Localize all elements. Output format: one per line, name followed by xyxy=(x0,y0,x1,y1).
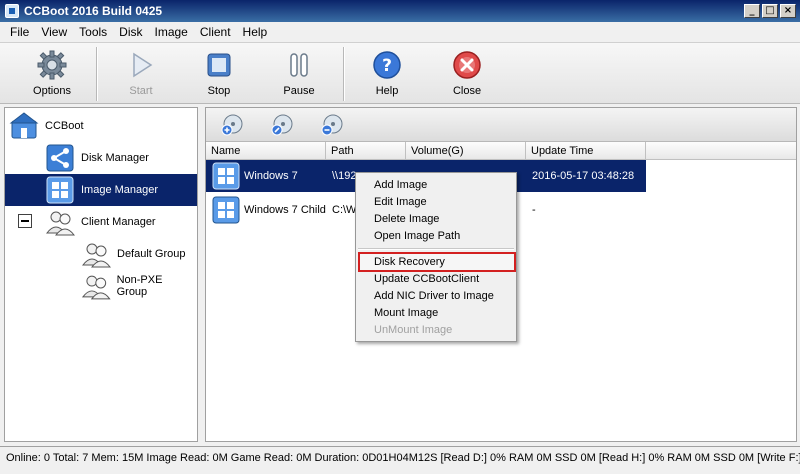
toolbar-separator xyxy=(343,47,345,101)
pause-button[interactable]: Pause xyxy=(264,49,334,101)
edit-image-icon[interactable] xyxy=(270,113,294,137)
navigation-tree: CCBoot Disk Manager Image Manager Client… xyxy=(4,107,198,442)
cell-name: Windows 7 Child xyxy=(244,204,326,216)
play-icon xyxy=(133,52,153,78)
gear-icon xyxy=(37,50,67,80)
menu-help[interactable]: Help xyxy=(237,25,274,39)
title-bar: CCBoot 2016 Build 0425 _ □ × xyxy=(0,0,800,22)
menu-image[interactable]: Image xyxy=(149,25,194,39)
menu-file[interactable]: File xyxy=(4,25,35,39)
tree-label-disk-manager: Disk Manager xyxy=(81,152,149,164)
menu-client[interactable]: Client xyxy=(194,25,237,39)
cell-path: \\192.168 xyxy=(332,170,356,182)
help-label: Help xyxy=(375,85,399,97)
minimize-button[interactable]: _ xyxy=(744,4,760,18)
start-label: Start xyxy=(129,85,153,97)
tree-item-disk-manager[interactable]: Disk Manager xyxy=(45,142,195,174)
column-header-path[interactable]: Path xyxy=(326,142,406,160)
table-header: Name Path Volume(G) Update Time xyxy=(206,142,796,160)
close-label: Close xyxy=(452,85,482,97)
menu-add-nic-driver[interactable]: Add NIC Driver to Image xyxy=(374,288,494,305)
share-icon xyxy=(46,144,74,172)
menu-disk-recovery[interactable]: Disk Recovery xyxy=(374,254,445,271)
help-button[interactable]: ? Help xyxy=(352,49,422,101)
windows-image-icon xyxy=(212,196,240,224)
help-icon: ? xyxy=(373,51,401,79)
menu-bar: File View Tools Disk Image Client Help xyxy=(0,22,800,42)
menu-disk[interactable]: Disk xyxy=(113,25,148,39)
menu-add-image[interactable]: Add Image xyxy=(374,177,427,194)
delete-image-icon[interactable] xyxy=(320,113,344,137)
tree-item-ccboot[interactable]: CCBoot xyxy=(9,110,195,142)
menu-open-image-path[interactable]: Open Image Path xyxy=(374,228,460,245)
users-icon xyxy=(81,243,111,268)
cell-update-time: 2016-05-17 03:48:28 xyxy=(532,170,635,182)
menu-update-ccbootclient[interactable]: Update CCBootClient xyxy=(374,271,479,288)
cell-name: Windows 7 xyxy=(244,170,298,182)
tree-label-image-manager: Image Manager xyxy=(81,184,159,196)
stop-label: Stop xyxy=(207,85,231,97)
close-button[interactable]: Close xyxy=(432,49,502,101)
server-home-icon xyxy=(9,112,39,139)
tree-item-non-pxe-group[interactable]: Non-PXE Group xyxy=(81,270,195,302)
pause-icon xyxy=(290,53,308,77)
tree-item-default-group[interactable]: Default Group xyxy=(81,238,195,270)
maximize-button[interactable]: □ xyxy=(762,4,778,18)
users-icon xyxy=(81,275,111,300)
cell-update-time: - xyxy=(532,204,536,216)
stop-icon xyxy=(207,53,231,77)
column-header-volume[interactable]: Volume(G) xyxy=(406,142,526,160)
menu-unmount-image: UnMount Image xyxy=(374,324,453,336)
svg-text:?: ? xyxy=(382,56,392,76)
menu-view[interactable]: View xyxy=(35,25,73,39)
add-image-icon[interactable] xyxy=(220,113,244,137)
stop-button[interactable]: Stop xyxy=(184,49,254,101)
pause-label: Pause xyxy=(283,85,315,97)
windows-image-icon xyxy=(46,176,74,204)
app-icon xyxy=(5,4,19,18)
close-window-button[interactable]: × xyxy=(780,4,796,18)
cell-path: C:\W xyxy=(332,204,356,216)
tree-label-non-pxe-group: Non-PXE Group xyxy=(116,274,163,298)
column-header-name[interactable]: Name xyxy=(206,142,326,160)
image-toolbar xyxy=(206,108,796,142)
window-controls: _ □ × xyxy=(744,4,796,18)
menu-mount-image[interactable]: Mount Image xyxy=(374,305,438,322)
tree-item-image-manager[interactable]: Image Manager xyxy=(5,174,197,206)
collapse-toggle[interactable] xyxy=(18,214,32,228)
options-button[interactable]: Options xyxy=(17,49,87,101)
menu-tools[interactable]: Tools xyxy=(73,25,113,39)
menu-edit-image[interactable]: Edit Image xyxy=(374,194,427,211)
tree-label-default-group: Default Group xyxy=(117,248,186,260)
close-icon xyxy=(453,51,481,79)
context-menu: Add Image Edit Image Delete Image Open I… xyxy=(355,172,517,342)
start-button[interactable]: Start xyxy=(106,49,176,101)
window-title: CCBoot 2016 Build 0425 xyxy=(24,4,163,18)
toolbar-separator xyxy=(96,47,98,101)
tree-label-ccboot: CCBoot xyxy=(45,120,84,132)
status-bar: Online: 0 Total: 7 Mem: 15M Image Read: … xyxy=(0,446,800,474)
tree-label-client-manager: Client Manager xyxy=(81,216,156,228)
column-header-update-time[interactable]: Update Time xyxy=(526,142,646,160)
options-label: Options xyxy=(33,85,71,97)
tree-item-client-manager[interactable]: Client Manager xyxy=(45,206,195,238)
menu-separator xyxy=(358,248,514,250)
windows-image-icon xyxy=(212,162,240,190)
users-icon xyxy=(45,211,75,236)
menu-delete-image[interactable]: Delete Image xyxy=(374,211,439,228)
main-toolbar: Options Start Stop Pause ? Help Close xyxy=(0,42,800,104)
